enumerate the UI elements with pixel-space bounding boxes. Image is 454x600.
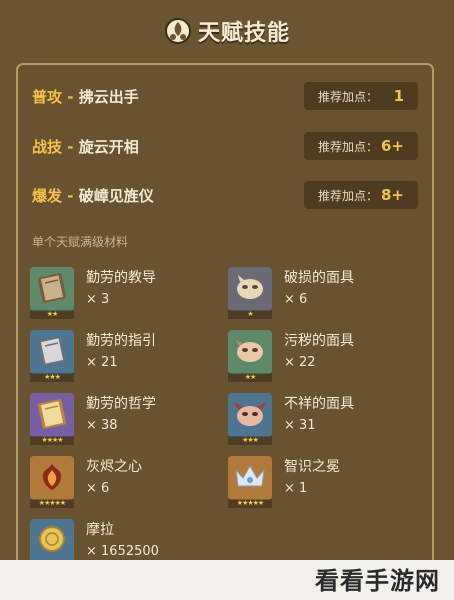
skill-row-burst: 爆发 - 破嶂见旌仪 推荐加点： 8+ [32,180,418,210]
mask-icon [228,330,272,374]
material-name: 勤劳的教导 [86,270,156,286]
skill-type-label: 战技 [32,137,63,156]
skill-type-label: 爆发 [32,186,63,205]
recommended-level-label: 推荐加点： [318,139,379,154]
book-icon [30,330,74,374]
material-name: 灰烬之心 [86,459,142,475]
mora-coin-icon [30,519,74,563]
material-count: × 22 [284,355,316,370]
rarity-stars: ★★★ [228,436,272,445]
mask-icon [228,267,272,311]
material-item[interactable]: ★ 破损的面具 × 6 [228,267,418,319]
skill-separator: - [62,186,79,205]
material-name: 勤劳的哲学 [86,396,156,412]
material-count: × 21 [86,355,118,370]
recommended-level-box: 推荐加点： 1 [304,82,418,110]
material-count: × 31 [284,418,316,433]
materials-section-label: 单个天赋满级材料 [32,235,129,249]
material-item[interactable]: ★★★★ 勤劳的哲学 × 38 [30,393,220,445]
material-item[interactable]: ★★ 勤劳的教导 × 3 [30,267,220,319]
talent-panel: 普攻 - 拂云出手 推荐加点： 1 战技 - 旋云开相 推荐加点： 6+ 爆发 … [16,63,434,593]
recommended-level-box: 推荐加点： 8+ [304,181,418,209]
skill-title: 破嶂见旌仪 [78,186,154,205]
mask-icon [228,393,272,437]
skill-name: 普攻 - 拂云出手 [32,86,139,107]
material-count: × 1652500 [86,544,159,559]
watermark-bar: 看看手游网 [0,560,454,600]
page-title: 天赋技能 [197,21,290,46]
material-count: × 1 [284,481,308,496]
recommended-level-label: 推荐加点： [318,188,379,203]
rarity-stars: ★★★★ [30,436,74,445]
material-count: × 38 [86,418,118,433]
recommended-level-value: 1 [393,87,404,105]
rarity-stars: ★★★ [30,373,74,382]
skill-separator: - [62,137,79,156]
material-item[interactable]: ★★★ 不祥的面具 × 31 [228,393,418,445]
recommended-level-value: 8+ [380,186,404,204]
material-name: 智识之冕 [284,459,340,475]
skill-title: 旋云开相 [78,137,139,156]
skill-separator: - [62,87,79,106]
skill-row-normal-attack: 普攻 - 拂云出手 推荐加点： 1 [32,81,418,111]
crown-icon [228,456,272,500]
material-count: × 6 [284,292,308,307]
recommended-level-value: 6+ [380,137,404,155]
rarity-stars: ★★★★★ [30,499,74,508]
material-item[interactable]: ★★★★★ 灰烬之心 × 6 [30,456,220,508]
rarity-stars: ★★ [228,373,272,382]
rarity-stars: ★★★★★ [228,499,272,508]
rarity-stars: ★ [228,310,272,319]
skill-type-label: 普攻 [32,87,63,106]
material-name: 不祥的面具 [284,396,354,412]
header: 天赋技能 [0,0,454,62]
material-name: 勤劳的指引 [86,333,156,349]
material-count: × 6 [86,481,110,496]
skill-row-skill: 战技 - 旋云开相 推荐加点： 6+ [32,131,418,161]
rarity-stars: ★★ [30,310,74,319]
watermark-text: 看看手游网 [315,567,440,595]
talent-emblem-icon [164,17,192,45]
material-item[interactable]: ★★★ 勤劳的指引 × 21 [30,330,220,382]
material-name: 摩拉 [86,522,114,538]
ember-heart-icon [30,456,74,500]
book-icon [30,267,74,311]
material-name: 破损的面具 [284,270,354,286]
material-item[interactable]: ★★ 污秽的面具 × 22 [228,330,418,382]
skill-name: 爆发 - 破嶂见旌仪 [32,185,154,206]
book-icon [30,393,74,437]
material-count: × 3 [86,292,110,307]
recommended-level-box: 推荐加点： 6+ [304,132,418,160]
skill-name: 战技 - 旋云开相 [32,136,139,157]
material-name: 污秽的面具 [284,333,354,349]
recommended-level-label: 推荐加点： [318,89,379,104]
skill-title: 拂云出手 [78,87,139,106]
material-item[interactable]: ★★★★★ 智识之冕 × 1 [228,456,418,508]
